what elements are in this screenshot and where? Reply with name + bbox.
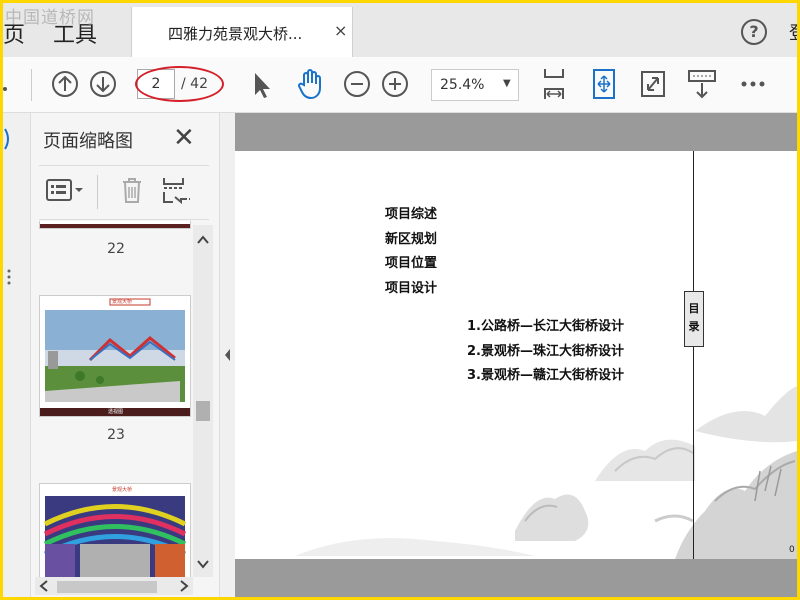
thumbnail-number: 23 [107,427,125,443]
toc-item: 项目位置 [385,256,438,271]
main-toolbar: 2 / 42 25.4% ▼ [3,57,797,113]
panel-collapse-handle[interactable] [219,113,235,597]
previous-page-icon[interactable] [51,67,79,101]
zoom-select[interactable]: 25.4% ▼ [431,69,519,101]
document-tab[interactable]: 四雅力苑景观大桥... × [131,7,353,57]
red-highlight-circle [135,66,224,102]
read-mode-icon[interactable] [687,67,717,101]
toc-sub-item: 1.公路桥—长江大街桥设计 [467,319,624,334]
ink-landscape-illustration [295,386,797,559]
toc-side-label: 目录 [684,291,704,347]
extract-page-icon[interactable] [161,175,191,209]
chevron-down-icon: ▼ [503,78,511,89]
toolbar-divider [31,69,32,101]
nav-strip-icons [4,128,11,285]
zoom-in-icon[interactable] [381,67,409,101]
watermark: 中国道桥网 [5,8,95,28]
thumb-header: 景观大桥 [112,487,133,493]
thumb-caption: 透视图 [108,409,124,415]
page-edge-number: 0 [789,545,795,555]
account-menu[interactable]: 登 [789,19,797,45]
zoom-value: 25.4% [440,77,485,93]
fit-page-icon[interactable] [591,67,617,101]
document-viewer[interactable]: 项目综述 新区规划 项目位置 项目设计 1.公路桥—长江大街桥设计 2.景观桥—… [235,113,797,597]
thumbnail-preview [40,484,190,577]
toc-item: 项目设计 [385,281,438,296]
thumbnail-page-24[interactable]: 景观大桥 [39,483,191,577]
thumbnail-list: 22 景观大桥 透视图 23 景观大桥 [31,221,193,577]
page-thumbnails-panel: 页面缩略图 ✕ 22 景观大桥 透视图 23 景观大桥 [31,113,219,597]
select-cursor-icon[interactable] [251,67,273,101]
thumbnail-horizontal-scrollbar[interactable] [35,577,193,595]
thumbnail-number: 22 [107,241,125,257]
next-page-icon[interactable] [89,67,117,101]
chevron-left-icon [225,349,230,361]
document-page: 项目综述 新区规划 项目位置 项目设计 1.公路桥—长江大街桥设计 2.景观桥—… [235,151,797,559]
thumb-header: 景观大桥 [112,299,133,305]
thumbnail-options-icon[interactable] [45,175,85,209]
scrollbar-thumb[interactable] [57,581,157,593]
panel-divider [39,219,209,220]
hand-tool-icon[interactable] [295,67,325,101]
tab-title: 四雅力苑景观大桥... [168,25,303,43]
left-nav-strip [3,113,31,597]
toc-item: 新区规划 [385,232,438,247]
more-options-icon[interactable] [739,67,767,101]
thumbnail-page-22[interactable] [39,221,191,229]
fit-width-icon[interactable] [541,67,567,101]
panel-tool-divider [97,175,98,209]
scrollbar-thumb[interactable] [196,401,210,421]
toc-item: 项目综述 [385,207,438,222]
thumb-footer-bar [40,224,190,228]
zoom-out-icon[interactable] [343,67,371,101]
panel-divider [39,165,209,166]
thumbnail-preview [40,296,190,416]
toolbar-fragment-icon [3,67,11,101]
tab-close-icon[interactable]: × [334,21,347,40]
thumbnail-vertical-scrollbar[interactable] [193,225,213,577]
thumbnail-page-23[interactable]: 景观大桥 透视图 [39,295,191,417]
tab-bar: 页 工具 四雅力苑景观大桥... × ? 登 中国道桥网 [3,3,797,57]
full-screen-icon[interactable] [639,67,667,101]
delete-page-icon[interactable] [119,175,145,209]
toc-divider-line [693,151,694,559]
app-window: 页 工具 四雅力苑景观大桥... × ? 登 中国道桥网 2 / 42 [3,3,797,597]
panel-title: 页面缩略图 [43,131,133,152]
close-icon[interactable]: ✕ [173,123,195,153]
help-icon[interactable]: ? [741,19,767,45]
toc-sub-item: 2.景观桥—珠江大街桥设计 [467,344,624,359]
